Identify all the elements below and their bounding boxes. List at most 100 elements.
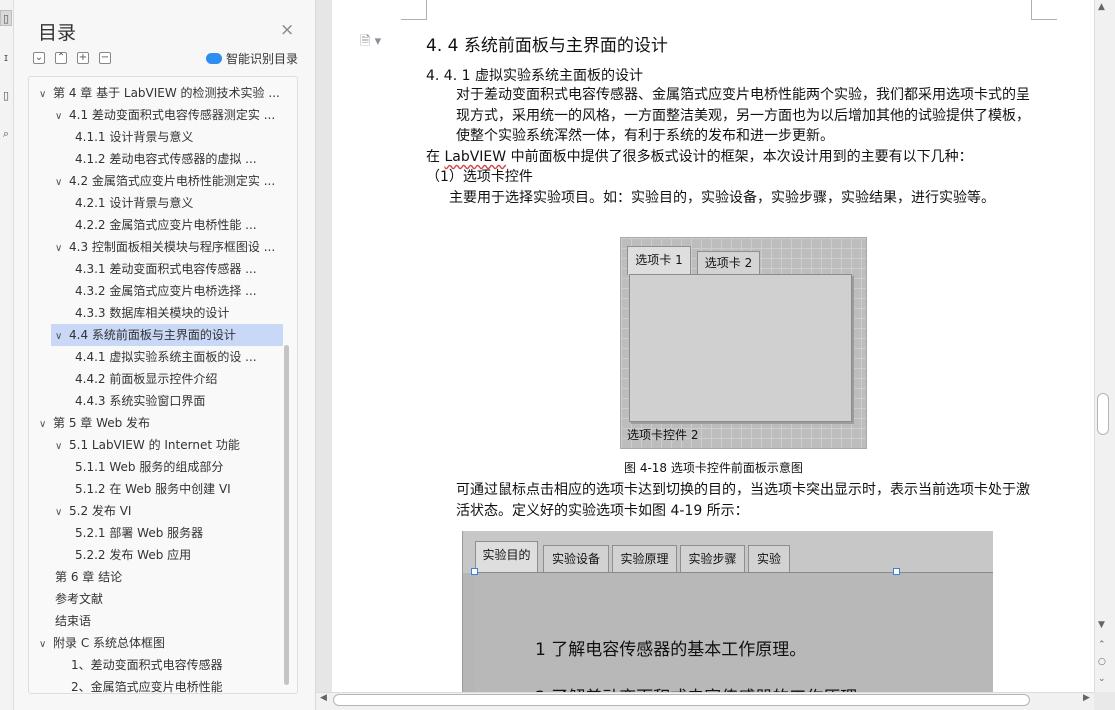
toc-item[interactable]: 4.2.1 设计背景与意义 [29,192,283,214]
page-dot-icon[interactable]: ○ [1098,657,1106,667]
scroll-up-icon[interactable]: ▲ [1098,2,1105,12]
toc-panel-icon[interactable]: ▯ [0,10,12,26]
collapse-all-icon[interactable]: ⌄ [33,52,45,64]
tab-equipment[interactable]: 实验设备 [543,545,609,572]
toc-item[interactable]: 4.3.2 金属箔式应变片电桥选择 ... [29,280,283,302]
toc-item[interactable]: ∨ 4.4 系统前面板与主界面的设计 [51,324,283,346]
toc-item-label: 4.2 金属箔式应变片电桥性能测定实 ... [69,174,276,188]
toc-item[interactable]: 4.4.1 虚拟实验系统主面板的设 ... [29,346,283,368]
toc-item[interactable]: ∨ 4.3 控制面板相关模块与程序框图设 ... [29,236,283,258]
toc-item[interactable]: 第 6 章 结论 [29,566,283,588]
toc-item[interactable]: 5.1.1 Web 服务的组成部分 [29,456,283,478]
toc-item[interactable]: 4.3.3 数据库相关模块的设计 [29,302,283,324]
crop-mark [401,0,427,20]
tab-control-figure: 选项卡 1 选项卡 2 选项卡控件 2 [620,237,867,449]
toc-item-label: 5.1.2 在 Web 服务中创建 VI [75,482,231,496]
toc-item-label: 4.4.2 前面板显示控件介绍 [75,372,218,386]
tab-steps[interactable]: 实验步骤 [680,545,745,572]
add-heading-icon[interactable]: + [77,52,89,64]
cloud-icon [206,53,222,64]
tab-purpose[interactable]: 实验目的 [475,541,538,572]
toc-item[interactable]: 5.1.2 在 Web 服务中创建 VI [29,478,283,500]
toc-item[interactable]: 4.1.1 设计背景与意义 [29,126,283,148]
toc-item[interactable]: 参考文献 [29,588,283,610]
toc-item[interactable]: 4.2.2 金属箔式应变片电桥性能 ... [29,214,283,236]
toc-item-label: 第 4 章 基于 LabVIEW 的检测技术实验 ... [53,86,280,100]
smart-toc-label: 智能识别目录 [226,52,299,66]
scroll-right-icon[interactable]: ▶ [1083,693,1090,703]
toc-item-label: 4.4 系统前面板与主界面的设计 [69,328,236,342]
chevron-down-icon[interactable]: ∨ [55,238,69,258]
page-menu-icon[interactable]: 🗎 ▾ [360,32,381,54]
figure-caption: 图 4-18 选项卡控件前面板示意图 [624,461,803,475]
chevron-down-icon[interactable]: ∨ [55,172,69,192]
vertical-scroll-thumb[interactable] [1097,393,1109,435]
toc-item[interactable]: ∨ 4.2 金属箔式应变片电桥性能测定实 ... [29,170,283,192]
toc-item[interactable]: ∨ 5.2 发布 VI [29,500,283,522]
toc-item[interactable]: ∨ 第 5 章 Web 发布 [29,412,283,434]
toc-item-label: 4.2.1 设计背景与意义 [75,196,194,210]
toc-item[interactable]: ∨ 附录 C 系统总体框图 [29,632,283,654]
scroll-down-icon[interactable]: ▼ [1098,620,1105,630]
paragraph-text: 对于差动变面积式电容传感器、金属箔式应变片电桥性能两个实验，我们都采用选项卡式的… [456,87,1030,144]
toc-item-label: 第 6 章 结论 [55,570,123,584]
toc-item[interactable]: 4.4.2 前面板显示控件介绍 [29,368,283,390]
toc-item-label: 4.3 控制面板相关模块与程序框图设 ... [69,240,276,254]
chevron-down-icon[interactable]: ∨ [55,436,69,456]
chevron-down-icon[interactable]: ∨ [55,106,69,126]
toc-item[interactable]: 2、金属箔式应变片电桥性能 [29,676,283,694]
toc-item-label: 参考文献 [55,592,104,606]
remove-heading-icon[interactable]: − [99,52,111,64]
toc-item[interactable]: ∨ 4.1 差动变面积式电容传感器测定实 ... [29,104,283,126]
paragraph-switching: 可通过鼠标点击相应的选项卡达到切换的目的，当选项卡突出显示时，表示当前选项卡处于… [426,480,1030,521]
chevron-down-icon[interactable]: ∨ [39,634,53,654]
section-heading: 4. 4 系统前面板与主界面的设计 [426,36,668,56]
tab-2[interactable]: 选项卡 2 [697,251,760,275]
horizontal-scroll-thumb[interactable] [333,694,1030,706]
chevron-down-icon[interactable]: ∨ [55,502,69,522]
prev-page-icon[interactable]: ⌃ [1098,640,1106,650]
toc-item[interactable]: 4.4.3 系统实验窗口界面 [29,390,283,412]
toc-item-label: 结束语 [55,614,92,628]
tab-1[interactable]: 选项卡 1 [627,246,691,275]
toc-item-label: 5.2 发布 VI [69,504,132,518]
scroll-left-icon[interactable]: ◀ [320,693,327,703]
chevron-down-icon[interactable]: ∨ [39,84,53,104]
toc-item-label: 4.1.1 设计背景与意义 [75,130,194,144]
page-icon[interactable]: ▯ [0,88,12,104]
toc-item-label: 附录 C 系统总体框图 [53,636,166,650]
close-icon[interactable]: × [280,20,294,40]
chevron-down-icon[interactable]: ∨ [39,414,53,434]
tab-content [475,572,993,692]
toc-scrollbar[interactable] [284,345,289,685]
toc-item[interactable]: 5.2.1 部署 Web 服务器 [29,522,283,544]
toc-item-label: 2、金属箔式应变片电桥性能 [71,680,223,694]
toc-item[interactable]: 5.2.2 发布 Web 应用 [29,544,283,566]
toc-item[interactable]: ∨ 第 4 章 基于 LabVIEW 的检测技术实验 ... [29,82,283,104]
toc-item-label: 4.1 差动变面积式电容传感器测定实 ... [69,108,276,122]
toc-item[interactable]: 4.3.1 差动变面积式电容传感器 ... [29,258,283,280]
resize-handle[interactable] [893,568,900,575]
toc-item-label: 4.4.1 虚拟实验系统主面板的设 ... [75,350,257,364]
next-page-icon[interactable]: ⌄ [1098,674,1106,684]
expand-icon[interactable]: ⌃ [55,52,67,64]
chevron-down-icon[interactable]: ∨ [55,326,69,346]
vertical-scrollbar[interactable] [1094,0,1115,692]
search-icon[interactable]: ⌕ [0,126,12,142]
toc-item[interactable]: 结束语 [29,610,283,632]
bookmark-icon[interactable]: ɪ [0,50,12,66]
left-rail: ▯ ɪ ▯ ⌕ [0,0,14,710]
tab-principle[interactable]: 实验原理 [612,545,677,572]
toc-item-label: 5.1.1 Web 服务的组成部分 [75,460,224,474]
toc-item[interactable]: 1、差动变面积式电容传感器 [29,654,283,676]
smart-toc-button[interactable]: 智能识别目录 [206,50,298,67]
paragraph-text: 可通过鼠标点击相应的选项卡达到切换的目的，当选项卡突出显示时，表示当前选项卡处于… [456,482,1030,519]
content-line-1: 1 了解电容传感器的基本工作原理。 [535,640,807,660]
toc-item-label: 5.1 LabVIEW 的 Internet 功能 [69,438,240,452]
tab-experiment[interactable]: 实验 [748,545,790,572]
paragraph-intro: 对于差动变面积式电容传感器、金属箔式应变片电桥性能两个实验，我们都采用选项卡式的… [426,85,1030,147]
toc-item-label: 4.3.3 数据库相关模块的设计 [75,306,230,320]
resize-handle[interactable] [471,568,478,575]
toc-item[interactable]: 4.1.2 差动电容式传感器的虚拟 ... [29,148,283,170]
toc-item[interactable]: ∨ 5.1 LabVIEW 的 Internet 功能 [29,434,283,456]
